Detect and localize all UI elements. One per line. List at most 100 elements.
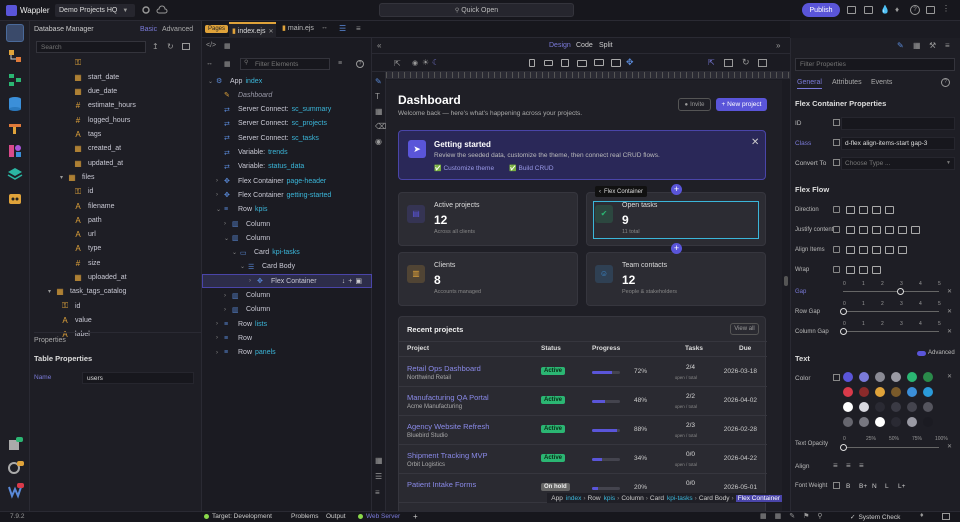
tree-node[interactable]: › ≡ Row bbox=[202, 331, 372, 345]
design-view-tab[interactable]: Design bbox=[549, 42, 571, 49]
project-name[interactable]: Retail Ops Dashboard bbox=[407, 364, 481, 373]
flow-option-icon[interactable] bbox=[859, 206, 868, 214]
upload-icon[interactable]: ↥ bbox=[152, 42, 159, 51]
sidebar-toggle-icon[interactable] bbox=[942, 513, 950, 520]
class-input[interactable]: d-flex align-items-start gap-3 bbox=[841, 137, 955, 150]
moon-icon[interactable]: ☾ bbox=[432, 58, 439, 67]
text-tool-icon[interactable]: T bbox=[375, 92, 380, 101]
pages-badge[interactable]: Pages bbox=[205, 25, 229, 33]
basic-tab[interactable]: Basic bbox=[140, 26, 157, 33]
build-crud-link[interactable]: ✅ Build CRUD bbox=[509, 165, 554, 172]
breadcrumb-item[interactable]: Card bbox=[650, 495, 664, 502]
breadcrumb-item[interactable]: Column bbox=[621, 495, 643, 502]
filter-properties-input[interactable] bbox=[795, 58, 955, 71]
notifications-icon[interactable]: ♦ bbox=[920, 512, 924, 519]
layers-tool-icon[interactable]: ☰ bbox=[375, 472, 382, 481]
tab-attributes[interactable]: Attributes bbox=[832, 79, 862, 86]
chevron-right-icon[interactable]: › bbox=[224, 293, 232, 299]
help-icon[interactable]: ? bbox=[910, 5, 920, 15]
chevron-right-icon[interactable]: › bbox=[224, 307, 232, 313]
robot-icon[interactable] bbox=[6, 189, 24, 207]
breadcrumb-item[interactable]: Row bbox=[588, 495, 601, 502]
color-swatch[interactable] bbox=[875, 402, 885, 412]
convert-bind-icon[interactable] bbox=[833, 159, 840, 166]
webserver-indicator[interactable]: Web Server bbox=[358, 513, 400, 520]
component-tool-icon[interactable]: ▦ bbox=[375, 107, 383, 116]
tree-node[interactable]: ⇄ Server Connect: sc_tasks bbox=[202, 131, 372, 145]
project-name[interactable]: Patient Intake Forms bbox=[407, 480, 476, 489]
code-view-tab[interactable]: Code bbox=[576, 42, 593, 49]
flow-option-icon[interactable] bbox=[885, 246, 894, 254]
add-after-icon[interactable]: + bbox=[671, 243, 682, 254]
table-files[interactable]: ▾ ▦ files bbox=[60, 170, 94, 184]
drop-icon[interactable]: 💧 bbox=[880, 5, 890, 14]
class-bind-icon[interactable] bbox=[833, 139, 840, 146]
list-tool-icon[interactable]: ≡ bbox=[375, 488, 380, 497]
color-swatch[interactable] bbox=[859, 417, 869, 427]
field-size[interactable]: # size bbox=[73, 256, 101, 270]
breadcrumb-item[interactable]: kpi-tasks bbox=[667, 495, 693, 502]
tree-node[interactable]: ⌄ ▭ Card kpi-tasks bbox=[202, 246, 372, 260]
flow-option-icon[interactable] bbox=[872, 246, 881, 254]
view-all-button[interactable]: View all bbox=[730, 323, 759, 335]
phone-landscape-icon[interactable] bbox=[544, 60, 553, 66]
edit-icon[interactable]: ✎ bbox=[375, 77, 382, 86]
tree-node[interactable]: › ▥ Column bbox=[202, 303, 372, 317]
color-swatch[interactable] bbox=[875, 417, 885, 427]
data-icon[interactable]: ≡ bbox=[945, 41, 950, 50]
chevron-right-icon[interactable]: › bbox=[216, 335, 224, 341]
slider-knob[interactable] bbox=[840, 308, 847, 315]
field-id[interactable]: ⚿ id bbox=[73, 185, 94, 199]
flow-option-icon[interactable] bbox=[898, 226, 907, 234]
color-swatch[interactable] bbox=[875, 372, 885, 382]
color-swatch[interactable] bbox=[875, 387, 885, 397]
server-connect-icon[interactable] bbox=[6, 71, 24, 89]
flow-option-icon[interactable] bbox=[911, 226, 920, 234]
color-swatch[interactable] bbox=[891, 372, 901, 382]
database-icon[interactable] bbox=[6, 95, 24, 113]
assets-icon[interactable] bbox=[6, 142, 24, 160]
scroll-thumb[interactable] bbox=[784, 276, 788, 286]
tree-node[interactable]: › ≡ Row lists bbox=[202, 317, 372, 331]
table-row[interactable]: Shipment Tracking MVP Orbit Logistics Acti… bbox=[399, 445, 767, 474]
id-input[interactable] bbox=[841, 117, 955, 130]
collapse-right-icon[interactable]: » bbox=[776, 41, 780, 50]
bind-icon[interactable] bbox=[833, 226, 840, 233]
target-indicator[interactable]: Target: Development bbox=[204, 513, 272, 520]
publish-button[interactable]: Publish bbox=[802, 3, 840, 17]
api-icon[interactable] bbox=[6, 119, 24, 137]
color-swatch[interactable] bbox=[907, 387, 917, 397]
cloud-icon[interactable] bbox=[156, 5, 168, 15]
tree-node[interactable]: ⇄ Server Connect: sc_projects bbox=[202, 117, 372, 131]
field-created_at[interactable]: ▦ created_at bbox=[73, 142, 121, 156]
refresh-icon[interactable]: ↻ bbox=[742, 57, 750, 68]
field-due_date[interactable]: ▦ due_date bbox=[73, 85, 117, 99]
bind-icon[interactable] bbox=[833, 246, 840, 253]
color-swatch[interactable] bbox=[843, 402, 853, 412]
output-tab[interactable]: Output bbox=[326, 513, 346, 520]
select-icon[interactable]: ⇱ bbox=[394, 59, 401, 68]
chevron-right-icon[interactable]: › bbox=[249, 278, 257, 284]
tree-node[interactable]: ⌄ ≡ Row kpis bbox=[202, 203, 372, 217]
problems-tab[interactable]: Problems bbox=[291, 513, 318, 520]
flow-option-icon[interactable] bbox=[859, 246, 868, 254]
font-weight-option[interactable]: B bbox=[846, 483, 850, 490]
node-actions[interactable]: ↓+▣ bbox=[342, 277, 365, 285]
components-icon[interactable]: ▦ bbox=[224, 42, 231, 50]
font-weight-option[interactable]: N bbox=[872, 483, 877, 490]
search-input[interactable] bbox=[36, 41, 146, 53]
align-right-icon[interactable]: ≡ bbox=[859, 461, 864, 470]
add-icon[interactable]: + bbox=[413, 512, 418, 521]
color-bind-icon[interactable] bbox=[833, 374, 840, 381]
chevron-right-icon[interactable]: › bbox=[224, 221, 232, 227]
field-value[interactable]: Avalue bbox=[60, 313, 91, 327]
chevron-down-icon[interactable]: ⌄ bbox=[240, 263, 248, 270]
field-id[interactable]: ⚿ id bbox=[60, 299, 81, 313]
canvas-scrollbar[interactable] bbox=[782, 80, 790, 511]
expand-all-icon[interactable]: ≡ bbox=[338, 60, 342, 67]
tree-node[interactable]: ⇄ Server Connect: sc_summary bbox=[202, 103, 372, 117]
chevron-right-icon[interactable]: › bbox=[216, 192, 224, 198]
color-swatch[interactable] bbox=[859, 387, 869, 397]
table-row[interactable]: Agency Website Refresh Bluebird Studio Act… bbox=[399, 416, 767, 445]
align-center-icon[interactable]: ≡ bbox=[846, 461, 851, 470]
